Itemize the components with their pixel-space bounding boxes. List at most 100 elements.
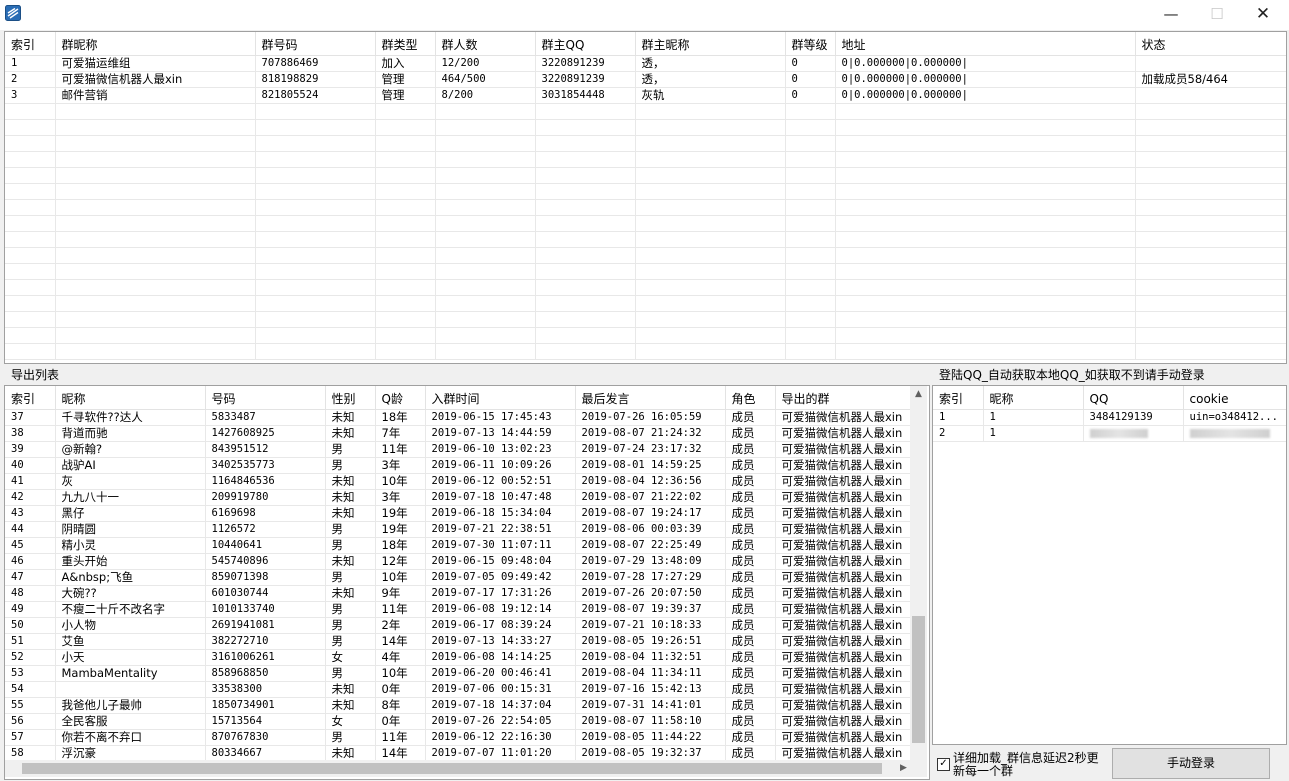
table-cell bbox=[55, 327, 256, 344]
table-cell: 42 bbox=[5, 489, 56, 506]
col-header[interactable]: 索引 bbox=[5, 386, 56, 410]
table-cell bbox=[835, 199, 1136, 216]
table-cell: 2019-07-16 15:42:13 bbox=[575, 681, 726, 698]
detail-load-checkbox[interactable]: ✓ bbox=[937, 758, 950, 771]
export-horizontal-scrollbar[interactable]: ▶ bbox=[5, 760, 927, 777]
table-cell bbox=[635, 343, 786, 360]
col-header[interactable]: 群等级 bbox=[785, 32, 836, 56]
scroll-up-icon[interactable]: ▲ bbox=[910, 386, 927, 403]
col-header[interactable]: 群类型 bbox=[375, 32, 436, 56]
table-row[interactable]: 39 @新翰? 843951512 男 11年 2019-06-10 13:02:23 20… bbox=[5, 441, 911, 458]
col-header[interactable]: 昵称 bbox=[55, 386, 206, 410]
table-cell bbox=[375, 263, 436, 280]
table-row[interactable]: 37 千寻软件??达人 5833487 未知 18年 2019-06-15 17:45:4… bbox=[5, 409, 911, 426]
manual-login-button[interactable]: 手动登录 bbox=[1112, 748, 1270, 779]
col-header[interactable]: 入群时间 bbox=[425, 386, 576, 410]
table-cell bbox=[255, 183, 376, 200]
col-header[interactable]: 群号码 bbox=[255, 32, 376, 56]
table-cell: 0年 bbox=[375, 681, 426, 698]
table-row[interactable]: 57 你若不离不弃口 870767830 男 11年 2019-06-12 22:16:3… bbox=[5, 729, 911, 746]
col-header[interactable]: 群主QQ bbox=[535, 32, 636, 56]
col-header[interactable]: 号码 bbox=[205, 386, 326, 410]
table-row[interactable]: 43 黑仔 6169698 未知 19年 2019-06-18 15:34:04 2019-… bbox=[5, 505, 911, 522]
scroll-right-icon[interactable]: ▶ bbox=[895, 760, 912, 777]
table-cell: 可爱猫微信机器人最xin bbox=[775, 601, 911, 618]
col-header[interactable]: 地址 bbox=[835, 32, 1136, 56]
col-header[interactable]: 群昵称 bbox=[55, 32, 256, 56]
export-vertical-scrollbar[interactable]: ▲ bbox=[910, 386, 927, 760]
col-header[interactable]: 昵称 bbox=[983, 386, 1084, 410]
table-cell bbox=[255, 279, 376, 296]
col-header[interactable]: QQ bbox=[1083, 386, 1184, 410]
table-row[interactable]: 45 精小灵 10440641 男 18年 2019-07-30 11:07:11 2019… bbox=[5, 537, 911, 554]
table-row[interactable]: 1 可爱猫运维组 707886469 加入 12/200 3220891239 透， 0 0|0… bbox=[5, 55, 1286, 72]
table-cell: 10年 bbox=[375, 665, 426, 682]
col-header[interactable]: 状态 bbox=[1135, 32, 1286, 56]
login-table[interactable]: 索引 昵称 QQ cookie 1 1 3484129139 uin=o3484… bbox=[933, 386, 1286, 442]
detail-load-label[interactable]: 详细加载_群信息延迟2秒更新每一个群 bbox=[953, 752, 1103, 778]
groups-table[interactable]: 索引 群昵称 群号码 群类型 群人数 群主QQ 群主昵称 群等级 地址 状态 1… bbox=[5, 32, 1286, 360]
table-row[interactable]: 55 我爸他儿子最帅 1850734901 未知 8年 2019-07-18 14:37:… bbox=[5, 697, 911, 714]
col-header[interactable]: 群人数 bbox=[435, 32, 536, 56]
close-button[interactable]: ✕ bbox=[1240, 0, 1286, 30]
table-cell bbox=[255, 151, 376, 168]
table-row[interactable]: 44 阴晴圆 1126572 男 19年 2019-07-21 22:38:51 2019-… bbox=[5, 521, 911, 538]
table-cell bbox=[835, 231, 1136, 248]
table-cell: 2019-08-01 14:59:25 bbox=[575, 457, 726, 474]
table-cell: 2019-08-05 19:26:51 bbox=[575, 633, 726, 650]
table-row[interactable]: 38 背道而驰 1427608925 未知 7年 2019-07-13 14:44:59 2… bbox=[5, 425, 911, 442]
table-row[interactable]: 41 灰 1164846536 未知 10年 2019-06-12 00:52:51 201… bbox=[5, 473, 911, 490]
table-cell: 2019-08-07 21:24:32 bbox=[575, 425, 726, 442]
table-cell bbox=[635, 279, 786, 296]
export-table[interactable]: 索引 昵称 号码 性别 Q龄 入群时间 最后发言 角色 导出的群 37 千寻软件?… bbox=[5, 386, 911, 762]
table-row[interactable]: 48 大碗?? 601030744 未知 9年 2019-07-17 17:31:26 20… bbox=[5, 585, 911, 602]
table-row[interactable]: 47 A&nbsp;飞鱼 859071398 男 10年 2019-07-05 09:49… bbox=[5, 569, 911, 586]
scroll-thumb[interactable] bbox=[912, 616, 925, 743]
table-row[interactable]: 49 不瘦二十斤不改名字 1010133740 男 11年 2019-06-08 19:1… bbox=[5, 601, 911, 618]
table-cell bbox=[375, 231, 436, 248]
table-row[interactable]: 1 1 3484129139 uin=o348412... bbox=[933, 409, 1286, 426]
col-header[interactable]: 导出的群 bbox=[775, 386, 911, 410]
table-row[interactable]: 51 艾鱼 382272710 男 14年 2019-07-13 14:33:27 2019… bbox=[5, 633, 911, 650]
table-cell bbox=[635, 295, 786, 312]
col-header[interactable]: 性别 bbox=[325, 386, 376, 410]
table-cell bbox=[1135, 135, 1286, 152]
col-header[interactable]: 最后发言 bbox=[575, 386, 726, 410]
table-cell bbox=[785, 167, 836, 184]
table-row[interactable]: 3 邮件营销 821805524 管理 8/200 3031854448 灰轨 0 0|0.00… bbox=[5, 87, 1286, 104]
table-cell bbox=[635, 247, 786, 264]
table-cell bbox=[535, 103, 636, 120]
table-cell: 2019-07-18 10:47:48 bbox=[425, 489, 576, 506]
table-row[interactable]: 46 重头开始 545740896 未知 12年 2019-06-15 09:48:04 2… bbox=[5, 553, 911, 570]
table-row[interactable]: 53 MambaMentality 858968850 男 10年 2019-06-20 … bbox=[5, 665, 911, 682]
scroll-thumb[interactable] bbox=[22, 763, 882, 774]
table-row[interactable]: 2 可爱猫微信机器人最xin 818198829 管理 464/500 322089123… bbox=[5, 71, 1286, 88]
table-cell bbox=[255, 327, 376, 344]
table-row[interactable]: 56 全民客服 15713564 女 0年 2019-07-26 22:54:05 2019… bbox=[5, 713, 911, 730]
table-cell: 9年 bbox=[375, 585, 426, 602]
table-cell: 未知 bbox=[325, 681, 376, 698]
maximize-button[interactable]: ☐ bbox=[1194, 0, 1240, 30]
table-row[interactable]: 52 小天 3161006261 女 4年 2019-06-08 14:14:25 2019… bbox=[5, 649, 911, 666]
table-row[interactable]: 50 小人物 2691941081 男 2年 2019-06-17 08:39:24 201… bbox=[5, 617, 911, 634]
table-cell bbox=[835, 263, 1136, 280]
table-cell bbox=[535, 231, 636, 248]
table-cell bbox=[1135, 55, 1286, 72]
table-cell: 成员 bbox=[725, 729, 776, 746]
table-cell bbox=[635, 215, 786, 232]
table-row[interactable]: 42 九九八十一 209919780 未知 3年 2019-07-18 10:47:48 2… bbox=[5, 489, 911, 506]
col-header[interactable]: 索引 bbox=[5, 32, 56, 56]
table-cell bbox=[255, 135, 376, 152]
col-header[interactable]: cookie bbox=[1183, 386, 1286, 410]
table-cell: 10年 bbox=[375, 473, 426, 490]
col-header[interactable]: 群主昵称 bbox=[635, 32, 786, 56]
col-header[interactable]: 角色 bbox=[725, 386, 776, 410]
table-row[interactable]: 54 33538300 未知 0年 2019-07-06 00:15:31 2019-07… bbox=[5, 681, 911, 698]
table-cell: 0 bbox=[785, 87, 836, 104]
table-row[interactable]: 40 战驴AI 3402535773 男 3年 2019-06-11 10:09:26 20… bbox=[5, 457, 911, 474]
col-header[interactable]: Q龄 bbox=[375, 386, 426, 410]
minimize-button[interactable]: — bbox=[1148, 0, 1194, 30]
table-cell bbox=[55, 199, 256, 216]
table-row[interactable]: 2 1 bbox=[933, 425, 1286, 442]
col-header[interactable]: 索引 bbox=[933, 386, 984, 410]
